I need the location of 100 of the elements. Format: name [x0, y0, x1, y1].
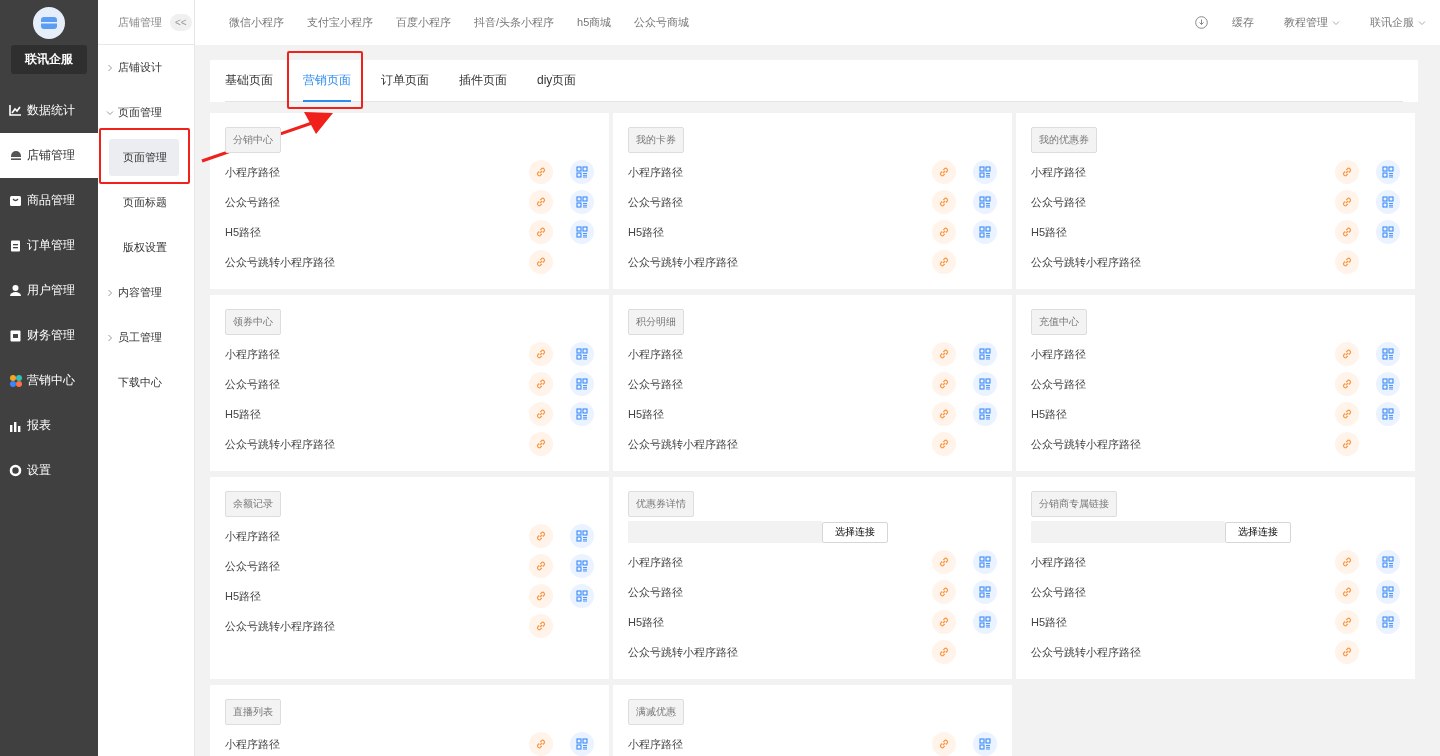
- link-icon[interactable]: [1335, 250, 1359, 274]
- link-icon[interactable]: [932, 640, 956, 664]
- link-field[interactable]: [1031, 521, 1225, 543]
- nav-link[interactable]: 抖音/头条小程序: [474, 15, 555, 30]
- link-icon[interactable]: [932, 580, 956, 604]
- link-icon[interactable]: [932, 372, 956, 396]
- submenu-item[interactable]: 页面标题: [109, 184, 179, 221]
- download-icon[interactable]: [1195, 16, 1208, 29]
- link-icon[interactable]: [1335, 160, 1359, 184]
- link-icon[interactable]: [1335, 640, 1359, 664]
- link-icon[interactable]: [1335, 610, 1359, 634]
- qr-code-icon[interactable]: [973, 160, 997, 184]
- qr-code-icon[interactable]: [1376, 220, 1400, 244]
- qr-code-icon[interactable]: [973, 732, 997, 756]
- submenu-item[interactable]: 页面管理: [98, 90, 194, 135]
- qr-code-icon[interactable]: [1376, 160, 1400, 184]
- link-icon[interactable]: [932, 190, 956, 214]
- qr-code-icon[interactable]: [973, 580, 997, 604]
- menu-item[interactable]: 用户管理: [0, 268, 98, 313]
- link-icon[interactable]: [1335, 190, 1359, 214]
- menu-item[interactable]: 设置: [0, 448, 98, 493]
- submenu-item[interactable]: 版权设置: [109, 229, 179, 266]
- link-icon[interactable]: [529, 160, 553, 184]
- link-icon[interactable]: [529, 614, 553, 638]
- submenu-item[interactable]: 内容管理: [98, 270, 194, 315]
- link-icon[interactable]: [932, 250, 956, 274]
- link-icon[interactable]: [529, 372, 553, 396]
- link-icon[interactable]: [1335, 580, 1359, 604]
- qr-code-icon[interactable]: [570, 190, 594, 214]
- link-icon[interactable]: [529, 342, 553, 366]
- link-icon[interactable]: [932, 220, 956, 244]
- nav-link[interactable]: h5商城: [577, 15, 612, 30]
- qr-code-icon[interactable]: [570, 342, 594, 366]
- link-icon[interactable]: [932, 402, 956, 426]
- link-icon[interactable]: [529, 732, 553, 756]
- qr-code-icon[interactable]: [973, 372, 997, 396]
- qr-code-icon[interactable]: [973, 402, 997, 426]
- link-icon[interactable]: [932, 610, 956, 634]
- qr-code-icon[interactable]: [1376, 342, 1400, 366]
- menu-item[interactable]: 商品管理: [0, 178, 98, 223]
- select-link-button[interactable]: 选择连接: [1225, 521, 1291, 543]
- link-icon[interactable]: [1335, 220, 1359, 244]
- qr-code-icon[interactable]: [570, 584, 594, 608]
- submenu-item[interactable]: 下载中心: [98, 360, 194, 405]
- qr-code-icon[interactable]: [570, 402, 594, 426]
- qr-code-icon[interactable]: [973, 190, 997, 214]
- menu-item[interactable]: 营销中心: [0, 358, 98, 403]
- qr-code-icon[interactable]: [1376, 550, 1400, 574]
- menu-item[interactable]: 财务管理: [0, 313, 98, 358]
- qr-code-icon[interactable]: [570, 732, 594, 756]
- tab[interactable]: 插件页面: [459, 60, 507, 102]
- nav-link[interactable]: 支付宝小程序: [307, 15, 373, 30]
- qr-code-icon[interactable]: [1376, 580, 1400, 604]
- link-icon[interactable]: [529, 432, 553, 456]
- link-icon[interactable]: [529, 554, 553, 578]
- tutorial-menu[interactable]: 教程管理: [1284, 15, 1340, 30]
- link-icon[interactable]: [1335, 372, 1359, 396]
- tab[interactable]: diy页面: [537, 60, 577, 102]
- nav-link[interactable]: 公众号商城: [634, 15, 690, 30]
- qr-code-icon[interactable]: [570, 524, 594, 548]
- link-icon[interactable]: [529, 402, 553, 426]
- menu-item[interactable]: 订单管理: [0, 223, 98, 268]
- cache-link[interactable]: 缓存: [1232, 15, 1254, 30]
- submenu-item[interactable]: 员工管理: [98, 315, 194, 360]
- qr-code-icon[interactable]: [973, 610, 997, 634]
- tab[interactable]: 营销页面: [303, 60, 351, 102]
- tab[interactable]: 订单页面: [381, 60, 429, 102]
- qr-code-icon[interactable]: [570, 554, 594, 578]
- submenu-item[interactable]: 页面管理: [109, 139, 179, 176]
- account-menu[interactable]: 联讯企服: [1370, 15, 1426, 30]
- nav-link[interactable]: 微信小程序: [229, 15, 284, 30]
- menu-item[interactable]: 数据统计: [0, 88, 98, 133]
- select-link-button[interactable]: 选择连接: [822, 521, 888, 543]
- nav-link[interactable]: 百度小程序: [396, 15, 451, 30]
- link-icon[interactable]: [932, 342, 956, 366]
- link-icon[interactable]: [932, 732, 956, 756]
- link-field[interactable]: [628, 521, 822, 543]
- qr-code-icon[interactable]: [1376, 190, 1400, 214]
- link-icon[interactable]: [529, 584, 553, 608]
- link-icon[interactable]: [1335, 402, 1359, 426]
- menu-item[interactable]: 报表: [0, 403, 98, 448]
- link-icon[interactable]: [932, 432, 956, 456]
- link-icon[interactable]: [529, 190, 553, 214]
- qr-code-icon[interactable]: [1376, 610, 1400, 634]
- menu-item[interactable]: 店铺管理: [0, 133, 98, 178]
- qr-code-icon[interactable]: [570, 220, 594, 244]
- link-icon[interactable]: [1335, 432, 1359, 456]
- link-icon[interactable]: [1335, 550, 1359, 574]
- qr-code-icon[interactable]: [570, 372, 594, 396]
- link-icon[interactable]: [932, 550, 956, 574]
- qr-code-icon[interactable]: [973, 550, 997, 574]
- link-icon[interactable]: [529, 250, 553, 274]
- qr-code-icon[interactable]: [1376, 402, 1400, 426]
- link-icon[interactable]: [529, 524, 553, 548]
- link-icon[interactable]: [1335, 342, 1359, 366]
- qr-code-icon[interactable]: [570, 160, 594, 184]
- submenu-item[interactable]: 店铺设计: [98, 45, 194, 90]
- link-icon[interactable]: [529, 220, 553, 244]
- qr-code-icon[interactable]: [973, 342, 997, 366]
- qr-code-icon[interactable]: [1376, 372, 1400, 396]
